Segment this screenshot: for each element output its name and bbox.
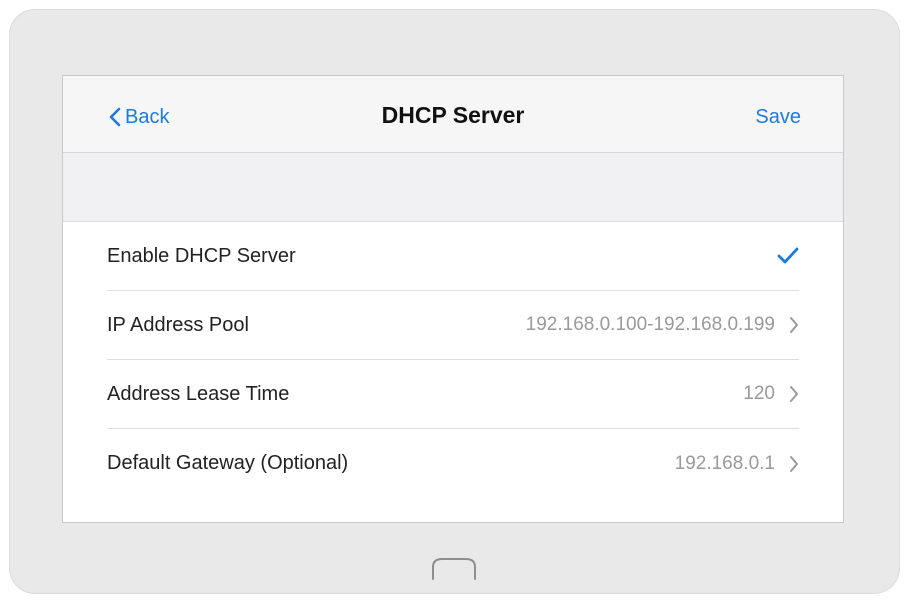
row-value: 192.168.0.1	[674, 452, 775, 474]
row-label: Default Gateway (Optional)	[107, 452, 349, 474]
row-enable-dhcp-server[interactable]: Enable DHCP Server	[107, 222, 799, 291]
save-button[interactable]: Save	[755, 106, 801, 129]
app-screen: Back DHCP Server Save Enable DHCP Server…	[62, 75, 844, 523]
chevron-right-icon	[790, 455, 798, 472]
row-label: IP Address Pool	[107, 313, 249, 336]
home-button-icon[interactable]	[430, 555, 478, 581]
navigation-bar: Back DHCP Server Save	[63, 76, 843, 153]
settings-list: Enable DHCP Server IP Address Pool 192.1…	[63, 222, 843, 498]
chevron-right-icon	[790, 386, 798, 402]
row-ip-address-pool[interactable]: IP Address Pool 192.168.0.100-192.168.0.…	[107, 291, 799, 360]
row-value: 120	[743, 383, 775, 404]
checkmark-icon[interactable]	[777, 247, 799, 265]
chevron-right-icon	[790, 317, 798, 333]
row-value: 192.168.0.100-192.168.0.199	[525, 314, 775, 335]
row-label: Address Lease Time	[107, 382, 290, 405]
section-header-spacer	[63, 153, 843, 222]
row-default-gateway[interactable]: Default Gateway (Optional) 192.168.0.1	[107, 429, 799, 498]
row-label: Enable DHCP Server	[107, 244, 296, 267]
row-address-lease-time[interactable]: Address Lease Time 120	[107, 360, 799, 429]
page-title: DHCP Server	[381, 102, 525, 128]
